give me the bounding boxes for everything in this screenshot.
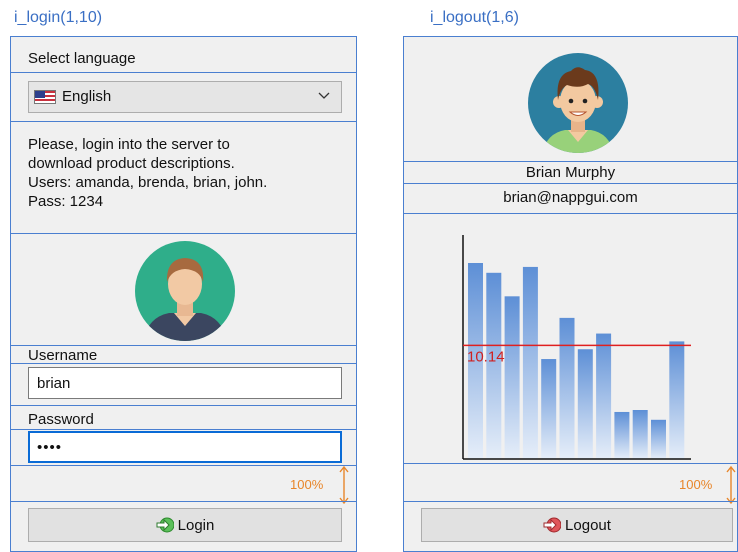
divider [11,363,356,364]
language-selected: English [62,88,112,105]
us-flag-icon [34,90,56,104]
chart-bar [669,341,685,459]
password-label: Password [28,411,94,428]
divider [11,429,356,430]
logout-icon [543,517,562,533]
divider [11,233,356,234]
login-button-label: Login [177,516,215,534]
default-avatar-icon [135,241,235,341]
resize-arrow-icon [726,466,736,504]
username-input[interactable] [28,367,342,399]
info-line: Pass: 1234 [28,193,104,210]
chevron-down-icon [318,92,330,99]
login-caption: i_login(1,10) [14,9,103,26]
divider [404,463,737,464]
divider [11,501,356,502]
divider [11,465,356,466]
logout-button-label: Logout [565,516,611,534]
divider [11,121,356,122]
logout-caption: i_logout(1,6) [430,9,519,26]
divider [11,72,356,73]
language-dropdown[interactable]: English [28,81,342,113]
chart-bar [577,349,593,459]
divider [404,183,737,184]
login-panel: Select language English Please, login in… [10,36,357,552]
zoom-label: 100% [290,477,324,492]
password-input[interactable] [28,431,342,463]
divider [11,405,356,406]
resize-arrow-icon [339,466,349,504]
chart-bar [596,333,612,459]
user-email: brian@nappgui.com [503,189,638,206]
chart-bar [486,272,502,459]
chart-bar [651,419,666,459]
chart-bar [541,359,557,459]
chart-bar [559,317,575,459]
chart-bar [522,266,538,459]
user-avatar-icon [528,53,628,153]
user-name: Brian Murphy [525,164,616,181]
info-line: Please, login into the server to [28,136,230,153]
info-line: Users: amanda, brenda, brian, john. [28,174,268,191]
chart-reference-label: 10.14 [467,348,505,365]
chart-bar [632,410,648,459]
chart-bar [504,296,520,459]
select-language-label: Select language [28,50,136,67]
logout-panel: Brian Murphy brian@nappgui.com 10.14 100… [403,36,738,552]
divider [404,213,737,214]
zoom-label: 100% [679,477,713,492]
info-line: download product descriptions. [28,155,235,172]
chart-bar [614,411,630,459]
divider [404,501,737,502]
logout-button[interactable]: Logout [421,508,733,542]
divider [404,161,737,162]
login-info-text: Please, login into the server to downloa… [28,135,348,211]
login-button[interactable]: Login [28,508,342,542]
login-icon [156,517,174,533]
sales-chart: 10.14 [462,235,691,460]
